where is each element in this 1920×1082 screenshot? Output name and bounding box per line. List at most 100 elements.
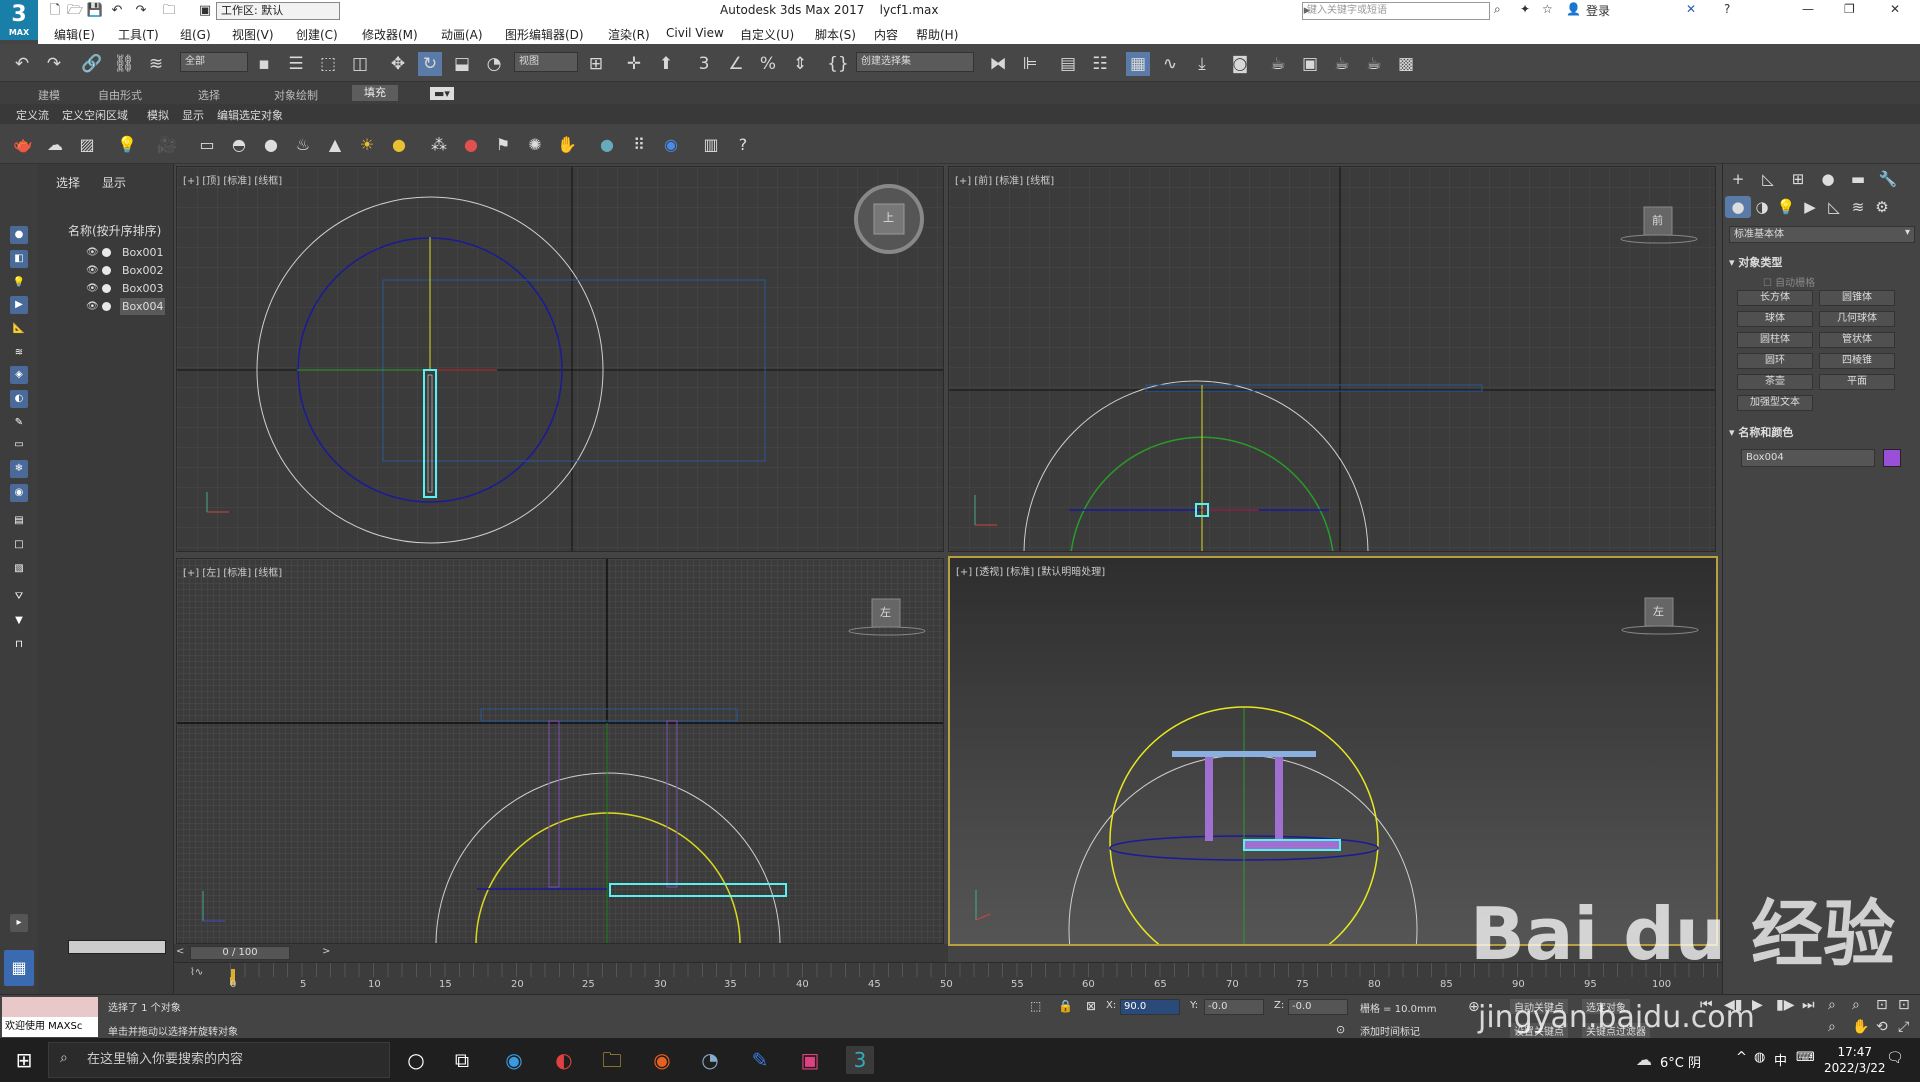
selection-filter-dropdown[interactable]: 全部	[180, 52, 248, 72]
spinner-snap-icon[interactable]: ⇕	[788, 52, 812, 76]
tab-populate[interactable]: 填充	[352, 85, 398, 101]
unlink-icon[interactable]: ⛓	[112, 52, 136, 76]
new-file-icon[interactable]: 🗋	[46, 2, 64, 20]
viewport-layout-icon[interactable]: ▦	[4, 950, 34, 986]
cortana-icon[interactable]: ○	[402, 1046, 430, 1074]
material-icon[interactable]: ●	[596, 134, 618, 156]
teapot2-icon[interactable]: ♨	[292, 134, 314, 156]
zoom-extents-icon[interactable]: ⊡	[1876, 997, 1888, 1013]
render-iterative-icon[interactable]: ☕	[1362, 52, 1386, 76]
list-item[interactable]: 👁 Box003	[68, 280, 172, 297]
maxscript-mini[interactable]: 欢迎使用 MAXSc	[2, 1017, 98, 1037]
a360-icon[interactable]: ▩	[1394, 52, 1418, 76]
dynamics-icon[interactable]: ●	[460, 134, 482, 156]
cameras-icon[interactable]: ▶	[1797, 196, 1823, 218]
workspace-dropdown[interactable]: 工作区: 默认	[216, 2, 340, 20]
tab-display[interactable]: 显示	[102, 174, 126, 191]
cylinder-button[interactable]: 圆柱体	[1737, 332, 1813, 348]
motion-tab-icon[interactable]: ●	[1815, 168, 1841, 190]
app2-icon[interactable]: ◔	[696, 1046, 724, 1074]
visibility-eye-icon[interactable]: 👁	[86, 298, 99, 315]
groups-filter-icon[interactable]: ◈	[10, 366, 28, 384]
modify-tab-icon[interactable]: ◺	[1755, 168, 1781, 190]
add-time-tag[interactable]: 添加时间标记	[1360, 1023, 1420, 1038]
visibility-eye-icon[interactable]: 👁	[86, 280, 99, 297]
simulate[interactable]: 模拟	[147, 107, 169, 123]
angle-snap-icon[interactable]: ∠	[724, 52, 748, 76]
pivot-center-icon[interactable]: ⊞	[584, 52, 608, 76]
visibility-eye-icon[interactable]: 👁	[86, 244, 99, 261]
help-circle-icon[interactable]: ?	[732, 134, 754, 156]
zoom-extents-all-icon[interactable]: ⊡	[1898, 997, 1910, 1013]
hierarchy-tab-icon[interactable]: ⊞	[1785, 168, 1811, 190]
section-object-type[interactable]: ▾ 对象类型	[1729, 254, 1782, 270]
curve-editor-mini-icon[interactable]: ⌇∿	[190, 967, 203, 978]
app4-icon[interactable]: ▣	[796, 1046, 824, 1074]
window-crossing-icon[interactable]: ◫	[348, 52, 372, 76]
helpers-filter-icon[interactable]: 📐	[10, 320, 28, 338]
lights-filter-icon[interactable]: 💡	[10, 274, 28, 292]
firefox-icon[interactable]: ◉	[648, 1046, 676, 1074]
ribbon-toggle-icon[interactable]: ▦	[1126, 52, 1150, 76]
undo-icon[interactable]: ↶	[10, 52, 34, 76]
explorer-hscrollbar[interactable]	[68, 940, 166, 954]
tab-modeling[interactable]: 建模	[38, 87, 60, 103]
display-none-icon[interactable]: □	[10, 536, 28, 554]
pyramid-button[interactable]: 四棱锥	[1819, 353, 1895, 369]
login-link[interactable]: 登录	[1586, 2, 1610, 19]
hemisphere-icon[interactable]: ◓	[228, 134, 250, 156]
tab-object-paint[interactable]: 对象绘制	[274, 87, 318, 103]
menu-help[interactable]: 帮助(H)	[916, 26, 958, 43]
teapot-button[interactable]: 茶壶	[1737, 374, 1813, 390]
time-prev-icon[interactable]: <	[176, 946, 184, 957]
color-palette-icon[interactable]: ⠿	[628, 134, 650, 156]
windows-start-icon[interactable]: ⊞	[10, 1046, 38, 1074]
search-input[interactable]: 键入关键字或短语	[1302, 2, 1490, 20]
create-tab-icon[interactable]: +	[1725, 168, 1751, 190]
isolate-icon[interactable]: ⬚	[1030, 999, 1041, 1013]
display-all-icon[interactable]: ▤	[10, 512, 28, 530]
shapes-icon[interactable]: ◑	[1749, 196, 1775, 218]
taskbar-clock[interactable]: 17:47 2022/3/22	[1824, 1044, 1886, 1076]
teapot-icon[interactable]: 🫖	[12, 134, 34, 156]
bones-filter-icon[interactable]: ✎	[10, 414, 28, 432]
geometry-icon[interactable]: ◧	[10, 250, 28, 268]
xref-filter-icon[interactable]: ◐	[10, 390, 28, 408]
snap-toggle-icon[interactable]: 3	[692, 52, 716, 76]
layers-icon[interactable]: ☷	[1088, 52, 1112, 76]
viewcube-label[interactable]: 左	[1653, 603, 1664, 619]
viewport-left[interactable]: [+] [左] [标准] [线框] 左	[176, 558, 944, 944]
render-production-icon[interactable]: ☕	[1330, 52, 1354, 76]
zoom-all-icon[interactable]: ⌕	[1852, 997, 1860, 1013]
time-tag-icon[interactable]: ⊙	[1336, 1023, 1345, 1036]
weather-icon[interactable]: ☁	[1636, 1050, 1652, 1069]
rect-selection-icon[interactable]: ⬚	[316, 52, 340, 76]
mirror-icon[interactable]: ⧓	[986, 52, 1010, 76]
undo-icon[interactable]: ↶	[108, 2, 126, 20]
particle-icon[interactable]: ⁂	[428, 134, 450, 156]
primitive-type-dropdown[interactable]: 标准基本体	[1729, 226, 1915, 243]
render-setup-icon[interactable]: ☕	[1266, 52, 1290, 76]
column-header-name[interactable]: 名称(按升序排序)	[68, 222, 161, 239]
comm-center-icon[interactable]: ✦	[1520, 2, 1530, 16]
zoom-icon[interactable]: ⌕	[1828, 997, 1836, 1013]
hidden-filter-icon[interactable]: ◉	[10, 484, 28, 502]
menu-customize[interactable]: 自定义(U)	[740, 26, 794, 43]
section-name-color[interactable]: ▾ 名称和颜色	[1729, 424, 1793, 440]
filter-funnel-icon[interactable]: ⛛	[10, 588, 28, 606]
skylight-icon[interactable]: ●	[388, 134, 410, 156]
file-explorer-icon[interactable]: 🗀	[598, 1046, 626, 1074]
menu-edit[interactable]: 编辑(E)	[54, 26, 95, 43]
manipulate-icon[interactable]: ✛	[622, 52, 646, 76]
plane-button[interactable]: 平面	[1819, 374, 1895, 390]
display[interactable]: 显示	[182, 107, 204, 123]
define-flows[interactable]: 定义流	[16, 107, 49, 123]
link-icon[interactable]: 🔗	[80, 52, 104, 76]
open-file-icon[interactable]: 🗁	[66, 2, 84, 20]
next-frame-icon[interactable]: ▮▶	[1776, 997, 1794, 1013]
menu-tools[interactable]: 工具(T)	[118, 26, 159, 43]
chevron-down-icon[interactable]: ▾	[1905, 227, 1910, 238]
time-next-icon[interactable]: >	[322, 946, 330, 957]
pan-icon[interactable]: ✋	[1852, 1019, 1869, 1035]
render-icon[interactable]: ◉	[660, 134, 682, 156]
